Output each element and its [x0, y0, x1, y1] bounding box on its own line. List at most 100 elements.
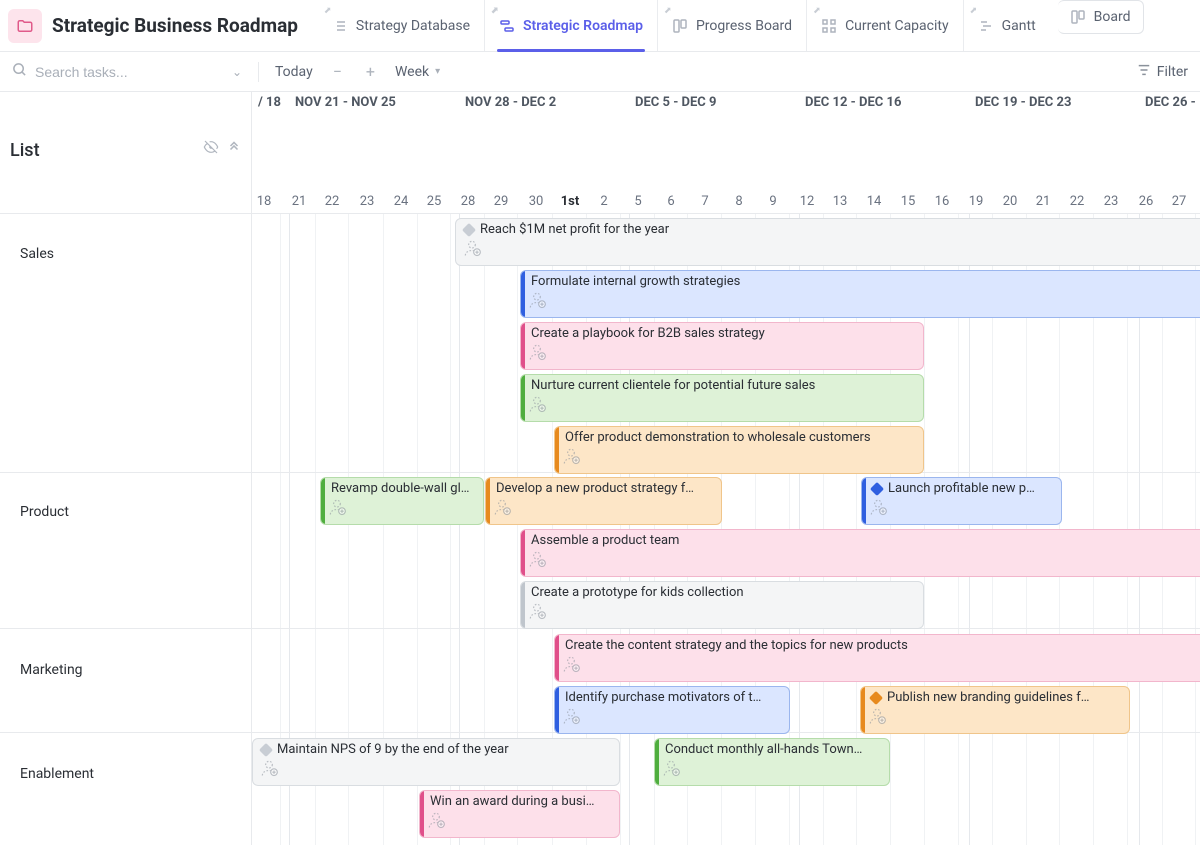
assignee-add-icon[interactable] [259, 758, 279, 782]
task-title: Win an award during a busi… [430, 794, 594, 809]
assignee-add-icon[interactable] [327, 497, 347, 521]
assignee-add-icon[interactable] [527, 549, 547, 573]
day-header-cell: 16 [928, 190, 956, 214]
task-bar[interactable]: Conduct monthly all-hands Town… [654, 738, 890, 786]
assignee-add-icon[interactable] [561, 706, 581, 730]
tab-progress-board[interactable]: ⬈ Progress Board [657, 0, 806, 51]
hide-icon[interactable] [203, 139, 219, 159]
group-label[interactable]: Enablement [10, 750, 104, 790]
task-bar[interactable]: Publish new branding guidelines f… [860, 686, 1130, 734]
search-icon [12, 62, 27, 81]
day-header-cell: 19 [962, 190, 990, 214]
collapse-icon[interactable] [227, 139, 241, 159]
tab-gantt[interactable]: ⬈ Gantt [963, 0, 1050, 51]
day-header-cell: 8 [725, 190, 753, 214]
assignee-add-icon[interactable] [426, 810, 446, 834]
group-label[interactable]: Sales [10, 230, 64, 270]
task-title: Nurture current clientele for potential … [531, 378, 815, 393]
project-folder-icon[interactable] [8, 9, 42, 43]
days-header: 1821222324252829301st2567891213141516192… [252, 190, 1200, 214]
assignee-add-icon[interactable] [527, 342, 547, 366]
task-title: Assemble a product team [531, 533, 679, 548]
board-icon [672, 18, 688, 34]
chevron-down-icon[interactable]: ⌄ [232, 65, 242, 79]
pin-icon: ⬈ [491, 6, 499, 16]
filter-button[interactable]: Filter [1137, 63, 1188, 81]
zoom-out-button[interactable]: − [329, 62, 346, 81]
toolbar: ⌄ Today − + Week ▾ Filter [0, 52, 1200, 92]
task-title: Publish new branding guidelines f… [887, 690, 1089, 705]
group-label[interactable]: Marketing [10, 646, 93, 686]
timeline-icon [499, 18, 515, 34]
task-bar[interactable]: Launch profitable new p… [861, 477, 1062, 525]
assignee-add-icon[interactable] [492, 497, 512, 521]
day-header-cell: 29 [487, 190, 515, 214]
milestone-icon [259, 742, 273, 756]
day-header-cell: 12 [793, 190, 821, 214]
range-label: Week [395, 64, 429, 80]
gantt-icon [978, 18, 994, 34]
weeks-header: / 18NOV 21 - NOV 25NOV 28 - DEC 2DEC 5 -… [252, 92, 1200, 116]
task-bar[interactable]: Reach $1M net profit for the year [455, 218, 1200, 266]
list-icon [332, 18, 348, 34]
timeline-area[interactable]: / 18NOV 21 - NOV 25NOV 28 - DEC 2DEC 5 -… [252, 92, 1200, 845]
assignee-add-icon[interactable] [462, 238, 482, 262]
assignee-add-icon[interactable] [527, 290, 547, 314]
assignee-add-icon[interactable] [561, 654, 581, 678]
task-title: Develop a new product strategy f… [496, 481, 694, 496]
tab-strategy-database[interactable]: ⬈ Strategy Database [318, 0, 484, 51]
bars-container: Reach $1M net profit for the year Formula… [252, 214, 1200, 845]
day-header-cell: 21 [1029, 190, 1057, 214]
filter-label: Filter [1157, 64, 1188, 80]
task-title: Create the content strategy and the topi… [565, 638, 908, 653]
tab-strategic-roadmap[interactable]: ⬈ Strategic Roadmap [484, 0, 657, 51]
day-header-cell: 2 [590, 190, 618, 214]
filter-icon [1137, 63, 1151, 81]
assignee-add-icon[interactable] [561, 446, 581, 470]
today-button[interactable]: Today [275, 64, 313, 80]
pin-icon: ⬈ [324, 6, 332, 16]
week-header-cell: DEC 12 - DEC 16 [799, 92, 969, 110]
search-box: ⌄ [12, 62, 242, 81]
tab-label: Current Capacity [845, 18, 949, 34]
assignee-add-icon[interactable] [661, 758, 681, 782]
assignee-add-icon[interactable] [527, 394, 547, 418]
list-label: List [10, 140, 40, 161]
task-bar[interactable]: Revamp double-wall gl… [320, 477, 484, 525]
milestone-icon [462, 222, 476, 236]
task-title: Create a prototype for kids collection [531, 585, 744, 600]
week-header-cell: NOV 28 - DEC 2 [459, 92, 629, 110]
task-title: Revamp double-wall gl… [331, 481, 469, 496]
task-bar[interactable]: Assemble a product team [520, 529, 1200, 577]
search-input[interactable] [35, 64, 215, 80]
day-header-cell: 18 [252, 190, 278, 214]
tab-label: Progress Board [696, 18, 792, 34]
task-title: Maintain NPS of 9 by the end of the year [277, 742, 509, 757]
assignee-add-icon[interactable] [867, 706, 887, 730]
task-bar[interactable]: Create the content strategy and the topi… [554, 634, 1200, 682]
zoom-in-button[interactable]: + [362, 62, 379, 81]
task-title: Reach $1M net profit for the year [480, 222, 669, 237]
tab-current-capacity[interactable]: ⬈ Current Capacity [806, 0, 963, 51]
range-dropdown[interactable]: Week ▾ [395, 64, 440, 80]
task-bar[interactable]: Develop a new product strategy f… [485, 477, 722, 525]
task-bar[interactable]: Create a playbook for B2B sales strategy [520, 322, 924, 370]
task-bar[interactable]: Offer product demonstration to wholesale… [554, 426, 924, 474]
task-bar[interactable]: Create a prototype for kids collection [520, 581, 924, 629]
task-bar[interactable]: Nurture current clientele for potential … [520, 374, 924, 422]
board-icon [1070, 9, 1086, 25]
content-area: List Sales Product Marketing Enablement / 1… [0, 92, 1200, 845]
tab-board[interactable]: Board [1058, 0, 1144, 34]
group-label[interactable]: Product [10, 488, 79, 528]
task-bar[interactable]: Identify purchase motivators of t… [554, 686, 790, 734]
assignee-add-icon[interactable] [527, 601, 547, 625]
day-header-cell: 23 [1097, 190, 1125, 214]
day-header-cell: 6 [657, 190, 685, 214]
task-bar[interactable]: Formulate internal growth strategies [520, 270, 1200, 318]
task-bar[interactable]: Win an award during a busi… [419, 790, 620, 838]
task-bar[interactable]: Maintain NPS of 9 by the end of the year [252, 738, 620, 786]
header-bar: Strategic Business Roadmap ⬈ Strategy Da… [0, 0, 1200, 52]
assignee-add-icon[interactable] [868, 497, 888, 521]
tab-label: Gantt [1002, 18, 1036, 34]
task-title: Identify purchase motivators of t… [565, 690, 761, 705]
